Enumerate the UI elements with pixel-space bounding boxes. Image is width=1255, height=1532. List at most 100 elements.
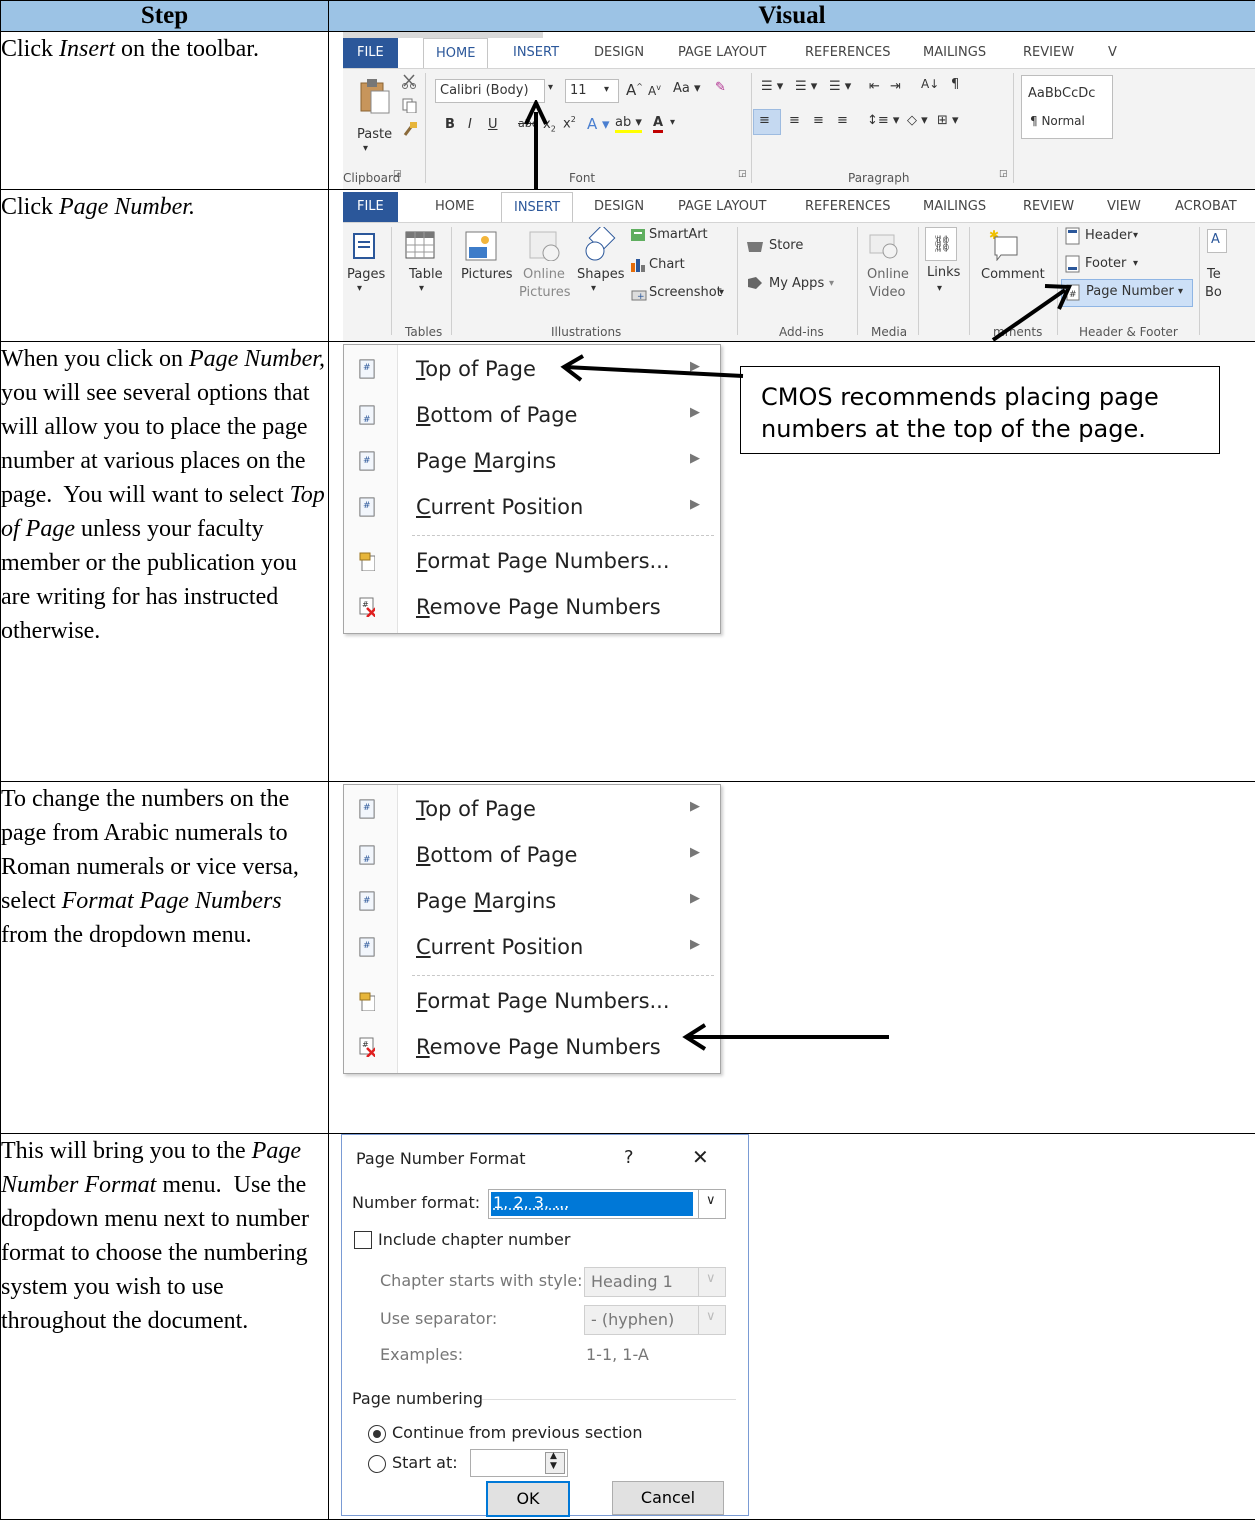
pictures-icon[interactable] <box>465 231 497 261</box>
dropdown-arrow-icon[interactable]: ▾ <box>1133 258 1138 269</box>
cut-icon[interactable] <box>401 73 419 89</box>
tab-references[interactable]: REFERENCES <box>805 38 890 68</box>
menu-item-bottom-of-page[interactable]: # Bottom of Page ▶ <box>344 393 720 439</box>
text-box-label-line1[interactable]: Te <box>1207 267 1221 282</box>
grow-font-icon[interactable]: A^ <box>626 81 643 99</box>
paste-label[interactable]: Paste <box>357 127 392 142</box>
pages-button-label[interactable]: Pages <box>347 267 385 282</box>
close-icon[interactable]: ✕ <box>692 1145 709 1169</box>
include-chapter-label[interactable]: Include chapter number <box>378 1230 570 1249</box>
menu-item-page-margins[interactable]: # Page Margins ▶ <box>344 879 720 925</box>
font-color-dropdown-icon[interactable]: ▾ <box>670 117 675 128</box>
tab-design[interactable]: DESIGN <box>594 38 644 68</box>
show-marks-icon[interactable]: ¶ <box>951 77 959 92</box>
dropdown-arrow-icon[interactable]: ▾ <box>829 278 834 289</box>
shrink-font-icon[interactable]: Av <box>648 83 661 98</box>
paste-dropdown-icon[interactable]: ▾ <box>363 143 368 154</box>
text-box-icon[interactable]: A <box>1207 229 1227 253</box>
footer-icon[interactable] <box>1065 255 1081 273</box>
tab-insert[interactable]: INSERT <box>513 38 559 68</box>
online-video-label-line2[interactable]: Video <box>869 285 905 300</box>
links-icon[interactable]: ⛓ <box>925 227 957 261</box>
align-left-icon[interactable]: ≡ <box>753 109 781 135</box>
menu-item-bottom-of-page[interactable]: # Bottom of Page ▶ <box>344 833 720 879</box>
menu-item-format-page-numbers[interactable]: Format Page Numbers... <box>344 979 720 1025</box>
links-button-label[interactable]: Links <box>927 265 960 280</box>
line-spacing-icon[interactable]: ↕≡ ▾ <box>867 113 899 128</box>
my-apps-icon[interactable] <box>745 275 765 291</box>
menu-item-current-position[interactable]: # Current Position ▶ <box>344 485 720 531</box>
start-at-spinner[interactable]: ▲ ▼ <box>470 1449 568 1477</box>
dropdown-arrow-icon[interactable]: ▾ <box>937 283 942 294</box>
menu-item-top-of-page[interactable]: # Top of Page ▶ <box>344 787 720 833</box>
online-video-label-line1[interactable]: Online <box>867 267 909 282</box>
number-format-select[interactable]: 1, 2, 3, ... ∨ <box>488 1189 726 1219</box>
style-gallery-normal[interactable]: AaBbCcDc ¶ Normal <box>1021 75 1113 139</box>
ok-button[interactable]: OK <box>486 1481 570 1517</box>
tab-file[interactable]: FILE <box>343 38 398 68</box>
align-center-icon[interactable]: ≡ <box>789 113 800 128</box>
tab-mailings[interactable]: MAILINGS <box>923 38 986 68</box>
superscript-icon[interactable]: x2 <box>563 115 576 131</box>
menu-item-current-position[interactable]: # Current Position ▶ <box>344 925 720 971</box>
tab-file[interactable]: FILE <box>343 192 398 222</box>
borders-icon[interactable]: ⊞ ▾ <box>937 113 959 128</box>
dropdown-arrow-icon[interactable]: ▾ <box>719 287 724 298</box>
pages-icon[interactable] <box>353 233 375 259</box>
copy-icon[interactable] <box>401 97 419 113</box>
tab-review[interactable]: REVIEW <box>1023 192 1074 222</box>
start-at-radio[interactable] <box>368 1455 386 1473</box>
numbering-icon[interactable]: ☰ ▾ <box>795 79 817 94</box>
font-size-box[interactable]: 11 ▾ <box>565 79 619 103</box>
tab-view[interactable]: V <box>1108 38 1117 68</box>
online-pictures-label-line1[interactable]: Online <box>523 267 565 282</box>
tab-design[interactable]: DESIGN <box>594 192 644 222</box>
header-button-label[interactable]: Header <box>1085 228 1132 243</box>
table-icon[interactable] <box>405 231 435 259</box>
table-button-label[interactable]: Table <box>409 267 443 282</box>
shapes-icon[interactable] <box>583 227 619 261</box>
dialog-launcher-icon[interactable]: ◲ <box>393 169 402 179</box>
menu-item-remove-page-numbers[interactable]: # Remove Page Numbers <box>344 1025 720 1071</box>
page-number-button[interactable]: # Page Number ▾ <box>1061 279 1193 307</box>
store-button-label[interactable]: Store <box>769 238 803 253</box>
change-case-icon[interactable]: Aa ▾ <box>673 81 701 96</box>
dropdown-arrow-icon[interactable]: ▾ <box>419 283 424 294</box>
separator-select[interactable]: - (hyphen) ∨ <box>584 1305 726 1335</box>
online-video-icon[interactable] <box>869 231 899 259</box>
tab-page-layout[interactable]: PAGE LAYOUT <box>678 192 766 222</box>
tab-page-layout[interactable]: PAGE LAYOUT <box>678 38 766 68</box>
tab-view[interactable]: VIEW <box>1107 192 1141 222</box>
chevron-down-icon[interactable]: ∨ <box>698 1190 725 1218</box>
tab-home[interactable]: HOME <box>423 38 488 69</box>
include-chapter-checkbox[interactable] <box>354 1231 372 1249</box>
cancel-button[interactable]: Cancel <box>612 1481 724 1515</box>
menu-item-page-margins[interactable]: # Page Margins ▶ <box>344 439 720 485</box>
chart-button-label[interactable]: Chart <box>649 257 685 272</box>
screenshot-icon[interactable]: + <box>631 285 649 301</box>
dialog-launcher-icon[interactable]: ◲ <box>999 169 1008 179</box>
dropdown-arrow-icon[interactable]: ▾ <box>1133 230 1138 241</box>
online-pictures-icon[interactable] <box>529 231 561 261</box>
comment-icon[interactable]: ✱ <box>987 227 1021 261</box>
bold-icon[interactable]: B <box>445 117 455 132</box>
tab-references[interactable]: REFERENCES <box>805 192 890 222</box>
dropdown-arrow-icon[interactable]: ▾ <box>357 283 362 294</box>
smartart-icon[interactable] <box>629 227 647 243</box>
dialog-launcher-icon[interactable]: ◲ <box>738 169 747 179</box>
chapter-style-select[interactable]: Heading 1 ∨ <box>584 1267 726 1297</box>
help-icon[interactable]: ? <box>624 1147 634 1168</box>
start-at-label[interactable]: Start at: <box>392 1453 458 1472</box>
menu-item-format-page-numbers[interactable]: Format Page Numbers... <box>344 539 720 585</box>
spinner-arrows-icon[interactable]: ▲ ▼ <box>545 1452 565 1474</box>
increase-indent-icon[interactable]: ⇥ <box>890 79 901 94</box>
chart-icon[interactable] <box>629 257 647 273</box>
bullets-icon[interactable]: ☰ ▾ <box>761 79 783 94</box>
align-right-icon[interactable]: ≡ <box>813 113 824 128</box>
highlight-icon[interactable]: ab ▾ <box>615 115 642 133</box>
tab-insert[interactable]: INSERT <box>501 192 573 223</box>
clear-formatting-icon[interactable]: ✎ <box>715 80 726 95</box>
online-pictures-label-line2[interactable]: Pictures <box>519 285 570 300</box>
pictures-button-label[interactable]: Pictures <box>461 267 512 282</box>
font-color-icon[interactable]: A <box>653 115 663 133</box>
